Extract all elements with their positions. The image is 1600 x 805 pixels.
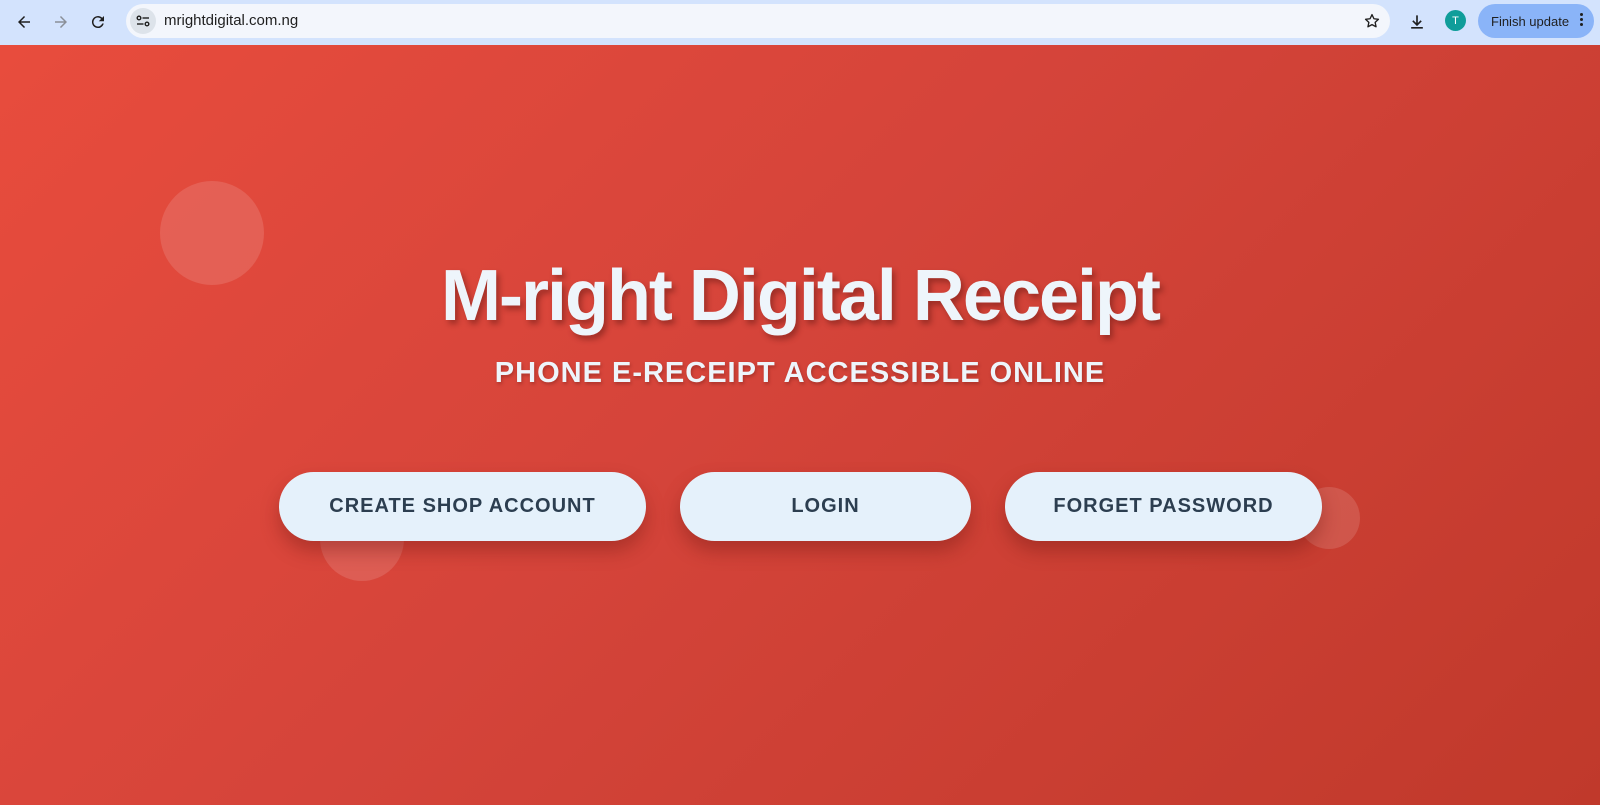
back-arrow-icon <box>18 16 30 28</box>
hero-section: M-right Digital Receipt PHONE E-RECEIPT … <box>0 45 1600 805</box>
create-shop-account-button[interactable]: CREATE SHOP ACCOUNT <box>279 472 646 541</box>
bookmark-button[interactable] <box>1360 9 1384 33</box>
address-bar[interactable]: mrightdigital.com.ng <box>126 4 1390 38</box>
forward-button[interactable] <box>47 8 75 36</box>
star-icon <box>1364 13 1380 28</box>
download-icon <box>1411 15 1423 29</box>
reload-button[interactable] <box>84 8 112 36</box>
site-info-button[interactable] <box>130 8 156 34</box>
page-title: M-right Digital Receipt <box>440 256 1161 336</box>
forward-arrow-icon <box>55 16 67 28</box>
page-subtitle: PHONE E-RECEIPT ACCESSIBLE ONLINE <box>494 357 1106 389</box>
finish-update-button[interactable]: Finish update <box>1478 4 1594 38</box>
finish-update-label: Finish update <box>1491 14 1570 29</box>
site-info-icon <box>136 15 150 27</box>
back-button[interactable] <box>10 8 38 36</box>
downloads-button[interactable] <box>1403 8 1431 36</box>
url-text[interactable]: mrightdigital.com.ng <box>164 12 298 29</box>
more-vert-icon <box>1578 13 1584 29</box>
login-button[interactable]: LOGIN <box>680 472 971 541</box>
profile-avatar[interactable]: T <box>1445 10 1466 31</box>
forget-password-button[interactable]: FORGET PASSWORD <box>1005 472 1322 541</box>
reload-icon <box>91 16 104 29</box>
browser-toolbar: mrightdigital.com.ng T Finish update <box>0 0 1600 45</box>
